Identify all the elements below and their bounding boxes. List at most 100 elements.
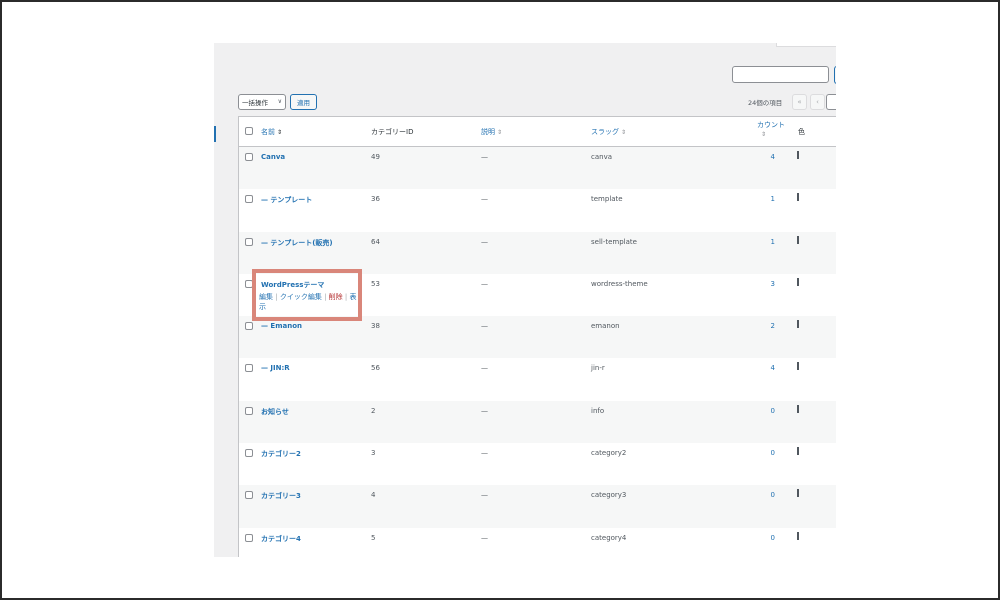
column-category-id: カテゴリーID [371,128,414,136]
category-id: 53 [371,279,380,288]
categories-table: 名前 ⇕ カテゴリーID 説明 ⇕ スラッグ ⇕ カウント ⇕ 色 Canva 49— ca… [238,116,836,557]
category-count-link[interactable]: 0 [755,534,775,542]
category-id: 64 [371,237,380,246]
sort-icon: ⇕ [621,129,627,136]
column-name-label: 名前 [261,128,275,136]
category-name-link[interactable]: — テンプレート(販売) [261,238,333,248]
category-description: — [481,364,488,373]
category-description: — [481,406,488,415]
category-id: 3 [371,449,376,458]
search-input[interactable] [732,66,829,83]
items-count: 24個の項目 [748,99,783,107]
bulk-action-label: 一括操作 [242,99,268,107]
category-description: — [481,237,488,246]
category-color-swatch [797,447,799,456]
category-slug: info [591,406,605,415]
row-checkbox[interactable] [245,237,253,246]
category-description: — [481,195,488,204]
category-name-link[interactable]: お知らせ [261,407,289,417]
table-row: — JIN:R 56 — jin-r 4 [239,358,836,400]
category-slug: category4 [591,533,627,542]
row-checkbox[interactable] [245,406,253,415]
top-element-edge [776,43,836,47]
category-description: — [481,449,488,458]
column-count-label: カウント [757,121,785,129]
category-slug: category2 [591,449,627,458]
row-checkbox[interactable] [245,533,253,542]
category-count-link[interactable]: 3 [755,280,775,288]
sidebar-edge [214,126,216,142]
column-name[interactable]: 名前 ⇕ [261,127,282,137]
table-row: — テンプレート 36 — template 1 [239,189,836,231]
category-count-link[interactable]: 4 [755,153,775,161]
apply-button[interactable]: 適用 [290,94,317,110]
current-page-input[interactable] [826,94,836,110]
category-color-swatch [797,362,799,371]
bulk-action-select[interactable]: 一括操作 ∨ [238,94,286,110]
table-row: — テンプレート(販売) 64 — sell-template 1 [239,231,836,274]
category-name-link[interactable]: カテゴリー4 [261,534,301,544]
category-slug: canva [591,153,613,161]
category-count-link[interactable]: 4 [755,364,775,372]
category-slug: emanon [591,322,620,331]
column-count[interactable]: カウント ⇕ [757,121,785,139]
category-count-link[interactable]: 0 [755,449,775,457]
category-count-link[interactable]: 0 [755,407,775,415]
category-description: — [481,153,488,161]
column-description[interactable]: 説明 ⇕ [481,127,502,137]
category-color-swatch [797,235,799,244]
row-checkbox[interactable] [245,491,253,500]
category-id: 2 [371,406,376,415]
row-checkbox[interactable] [245,364,253,373]
select-all-checkbox[interactable] [245,127,253,135]
column-color: 色 [798,128,805,136]
category-description: — [481,322,488,331]
category-id: 4 [371,491,376,500]
sort-icon: ⇕ [277,129,283,136]
prev-page-button[interactable]: ‹ [810,94,825,110]
category-count-link[interactable]: 1 [755,238,775,246]
table-row: カテゴリー4 5 — category4 0 [239,528,836,557]
category-slug: category3 [591,491,627,500]
category-id: 56 [371,364,380,373]
categories-screen: 一括操作 ∨ 適用 24個の項目 « ‹ 名前 ⇕ カテゴリーID 説明 ⇕ スラッ… [214,43,836,557]
table-body: Canva 49— canva 4— テンプレート 36— template 1— テンプレ… [239,147,836,557]
category-color-swatch [797,277,799,286]
category-description: — [481,491,488,500]
table-row: カテゴリー2 3 — category2 0 [239,443,836,485]
category-slug: jin-r [591,364,605,373]
category-description: — [481,533,488,542]
category-name-link[interactable]: — JIN:R [261,364,290,372]
category-name-link[interactable]: Canva [261,153,285,161]
row-checkbox[interactable] [245,322,253,331]
search-button[interactable] [834,66,836,84]
category-count-link[interactable]: 0 [755,491,775,499]
row-checkbox[interactable] [245,449,253,458]
category-id: 36 [371,195,380,204]
category-color-swatch [797,489,799,498]
highlight-box [252,269,362,321]
category-slug: sell-template [591,237,637,246]
table-row: カテゴリー3 4 — category3 0 [239,485,836,528]
category-color-swatch [797,320,799,329]
category-color-swatch [797,404,799,413]
category-color-swatch [797,193,799,202]
category-id: 5 [371,533,376,542]
category-name-link[interactable]: カテゴリー3 [261,491,301,501]
category-name-link[interactable]: カテゴリー2 [261,449,301,459]
category-slug: wordress-theme [591,279,648,288]
category-count-link[interactable]: 2 [755,322,775,330]
row-checkbox[interactable] [245,195,253,204]
category-count-link[interactable]: 1 [755,195,775,203]
column-slug[interactable]: スラッグ ⇕ [591,127,626,137]
first-page-button[interactable]: « [792,94,807,110]
category-name-link[interactable]: — テンプレート [261,195,312,205]
category-description: — [481,279,488,288]
row-checkbox[interactable] [245,153,253,161]
table-row: お知らせ 2 — info 0 [239,400,836,444]
table-header: 名前 ⇕ カテゴリーID 説明 ⇕ スラッグ ⇕ カウント ⇕ 色 [239,117,836,147]
category-color-swatch [797,531,799,540]
table-row: Canva 49 — canva 4 [239,147,836,190]
category-name-link[interactable]: — Emanon [261,322,302,330]
sort-icon: ⇕ [497,129,503,136]
